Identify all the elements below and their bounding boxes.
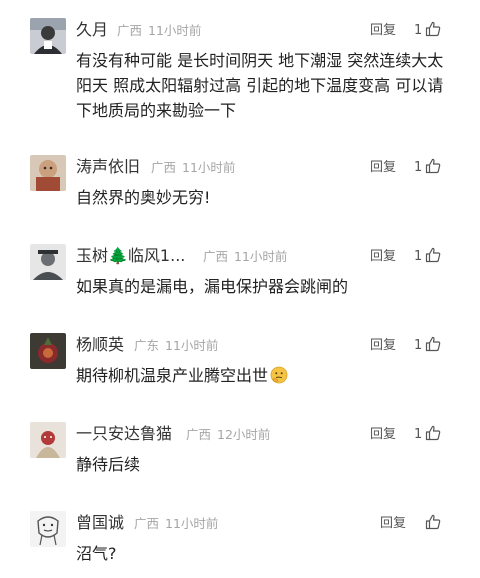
username[interactable]: 玉树🌲临风1... <box>76 246 185 266</box>
thinking-face-emoji <box>270 366 288 384</box>
comment-text: 期待柳机温泉产业腾空出世 <box>76 363 456 388</box>
avatar[interactable] <box>30 511 66 547</box>
thumbs-up-icon[interactable] <box>425 425 441 441</box>
username[interactable]: 久月 <box>76 20 108 40</box>
avatar[interactable] <box>30 155 66 191</box>
comment-meta: 广西 11小时前 <box>203 249 287 265</box>
comment-text: 沼气? <box>76 544 117 563</box>
reply-button[interactable]: 回复 <box>370 248 396 266</box>
avatar[interactable] <box>30 333 66 369</box>
timestamp: 11小时前 <box>148 23 202 38</box>
avatar[interactable] <box>30 244 66 280</box>
comment-text: 自然界的奥妙无穷! <box>76 188 211 207</box>
reply-button[interactable]: 回复 <box>370 426 396 444</box>
comment-text: 如果真的是漏电，漏电保护器会跳闸的 <box>76 277 349 296</box>
like-count: 1 <box>414 338 423 353</box>
timestamp: 12小时前 <box>217 427 271 442</box>
thumbs-up-icon[interactable] <box>425 158 441 174</box>
region: 广西 <box>134 516 160 531</box>
like-count: 1 <box>414 160 423 175</box>
region: 广西 <box>151 160 177 175</box>
region: 广西 <box>186 427 212 442</box>
avatar[interactable] <box>30 422 66 458</box>
reply-button[interactable]: 回复 <box>380 515 406 533</box>
thumbs-up-icon[interactable] <box>425 514 441 530</box>
reply-button[interactable]: 回复 <box>370 337 396 355</box>
comment-text: 有没有种可能 是长时间阴天 地下潮湿 突然连续大太阳天 照成太阳辐射过高 引起的… <box>76 51 444 120</box>
thumbs-up-icon[interactable] <box>425 247 441 263</box>
thumbs-up-icon[interactable] <box>425 21 441 37</box>
timestamp: 11小时前 <box>234 249 288 264</box>
region: 广西 <box>117 23 143 38</box>
region: 广东 <box>134 338 160 353</box>
comment-meta: 广东 11小时前 <box>134 338 218 354</box>
username[interactable]: 一只安达鲁猫 <box>76 424 172 444</box>
timestamp: 11小时前 <box>182 160 236 175</box>
comment-meta: 广西 11小时前 <box>117 23 201 39</box>
like-count: 1 <box>414 23 423 38</box>
like-count: 1 <box>414 249 423 264</box>
comment-meta: 广西 11小时前 <box>134 516 218 532</box>
avatar[interactable] <box>30 18 66 54</box>
username[interactable]: 杨顺英 <box>76 335 124 355</box>
username[interactable]: 涛声依旧 <box>76 157 140 177</box>
timestamp: 11小时前 <box>165 338 219 353</box>
username[interactable]: 曾国诚 <box>76 513 124 533</box>
region: 广西 <box>203 249 229 264</box>
comment-meta: 广西 11小时前 <box>151 160 235 176</box>
timestamp: 11小时前 <box>165 516 219 531</box>
comment-text-content: 期待柳机温泉产业腾空出世 <box>76 366 269 385</box>
reply-button[interactable]: 回复 <box>370 22 396 40</box>
reply-button[interactable]: 回复 <box>370 159 396 177</box>
thumbs-up-icon[interactable] <box>425 336 441 352</box>
comment-meta: 广西 12小时前 <box>186 427 270 443</box>
like-count: 1 <box>414 427 423 442</box>
comment-text: 静待后续 <box>76 455 141 474</box>
